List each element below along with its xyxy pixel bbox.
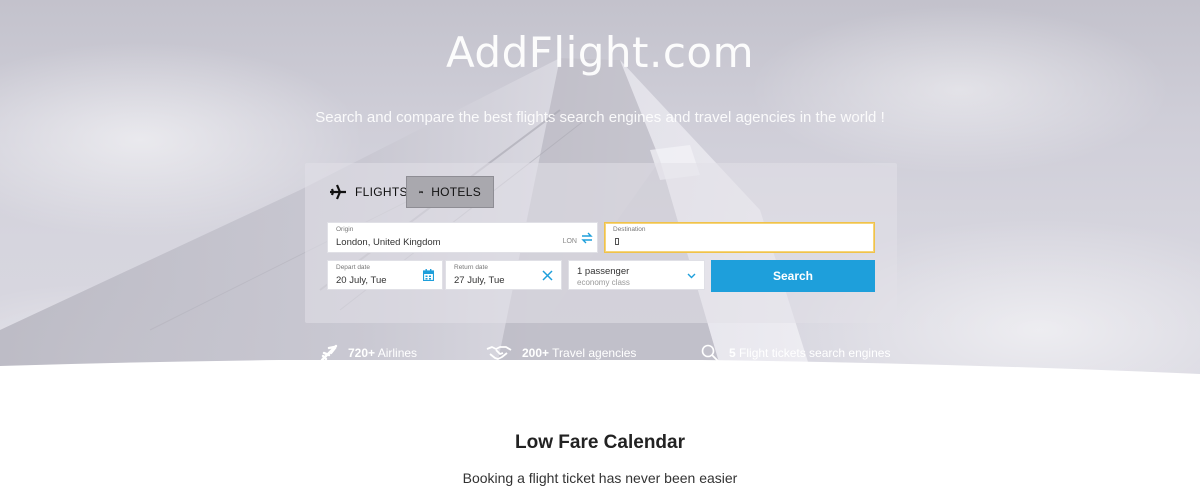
airplane-icon bbox=[330, 184, 346, 200]
origin-value: London, United Kingdom bbox=[336, 237, 441, 248]
origin-field[interactable]: Origin London, United Kingdom LON bbox=[327, 222, 598, 253]
calendar-icon[interactable] bbox=[423, 269, 434, 281]
chevron-down-icon bbox=[687, 273, 696, 279]
brand-logo[interactable]: AddFlight.com bbox=[0, 28, 1200, 77]
origin-label: Origin bbox=[336, 226, 354, 233]
hero-curve bbox=[0, 360, 1200, 400]
tab-hotels[interactable]: HOTELS bbox=[406, 176, 494, 208]
stat-agencies-count: 200+ bbox=[522, 346, 550, 360]
text-cursor bbox=[615, 238, 619, 245]
cabin-class: economy class bbox=[577, 278, 630, 287]
stat-airlines-count: 720+ bbox=[348, 346, 376, 360]
stat-agencies-label: Travel agencies bbox=[552, 346, 637, 360]
bed-icon bbox=[419, 190, 423, 194]
tab-flights-label: FLIGHTS bbox=[355, 185, 408, 199]
search-panel: FLIGHTS HOTELS Origin London, United Kin… bbox=[305, 163, 897, 323]
airplane-icon bbox=[320, 344, 338, 362]
stat-travel-agencies: 200+ Travel agencies bbox=[486, 341, 636, 365]
depart-label: Depart date bbox=[336, 264, 370, 271]
destination-label: Destination bbox=[613, 226, 646, 233]
search-button[interactable]: Search bbox=[711, 260, 875, 292]
tab-hotels-label: HOTELS bbox=[431, 185, 481, 199]
section-subtitle: Booking a flight ticket has never been e… bbox=[462, 470, 738, 486]
depart-date-field[interactable]: Depart date 20 July, Tue bbox=[327, 260, 443, 290]
return-value: 27 July, Tue bbox=[454, 275, 505, 286]
passengers-select[interactable]: 1 passenger economy class bbox=[568, 260, 705, 290]
stat-search-engines: 5 Flight tickets search engines bbox=[701, 341, 890, 365]
swap-icon[interactable] bbox=[581, 232, 593, 244]
tagline: Search and compare the best flights sear… bbox=[315, 109, 885, 126]
return-label: Return date bbox=[454, 264, 488, 271]
origin-code: LON bbox=[562, 238, 577, 245]
close-icon[interactable] bbox=[542, 270, 553, 281]
stat-airlines: 720+ Airlines bbox=[320, 341, 417, 365]
tab-flights[interactable]: FLIGHTS bbox=[317, 176, 420, 208]
hero-banner: AddFlight.com Search and compare the bes… bbox=[0, 0, 1200, 400]
section-title: Low Fare Calendar bbox=[515, 432, 685, 453]
return-date-field[interactable]: Return date 27 July, Tue bbox=[445, 260, 562, 290]
handshake-icon bbox=[486, 346, 512, 360]
passengers-value: 1 passenger bbox=[577, 266, 630, 277]
stat-engines-count: 5 bbox=[729, 346, 736, 360]
stat-engines-label: Flight tickets search engines bbox=[739, 346, 891, 360]
destination-field[interactable]: Destination bbox=[604, 222, 875, 253]
search-icon bbox=[701, 344, 719, 362]
depart-value: 20 July, Tue bbox=[336, 275, 387, 286]
stat-airlines-label: Airlines bbox=[377, 346, 418, 360]
